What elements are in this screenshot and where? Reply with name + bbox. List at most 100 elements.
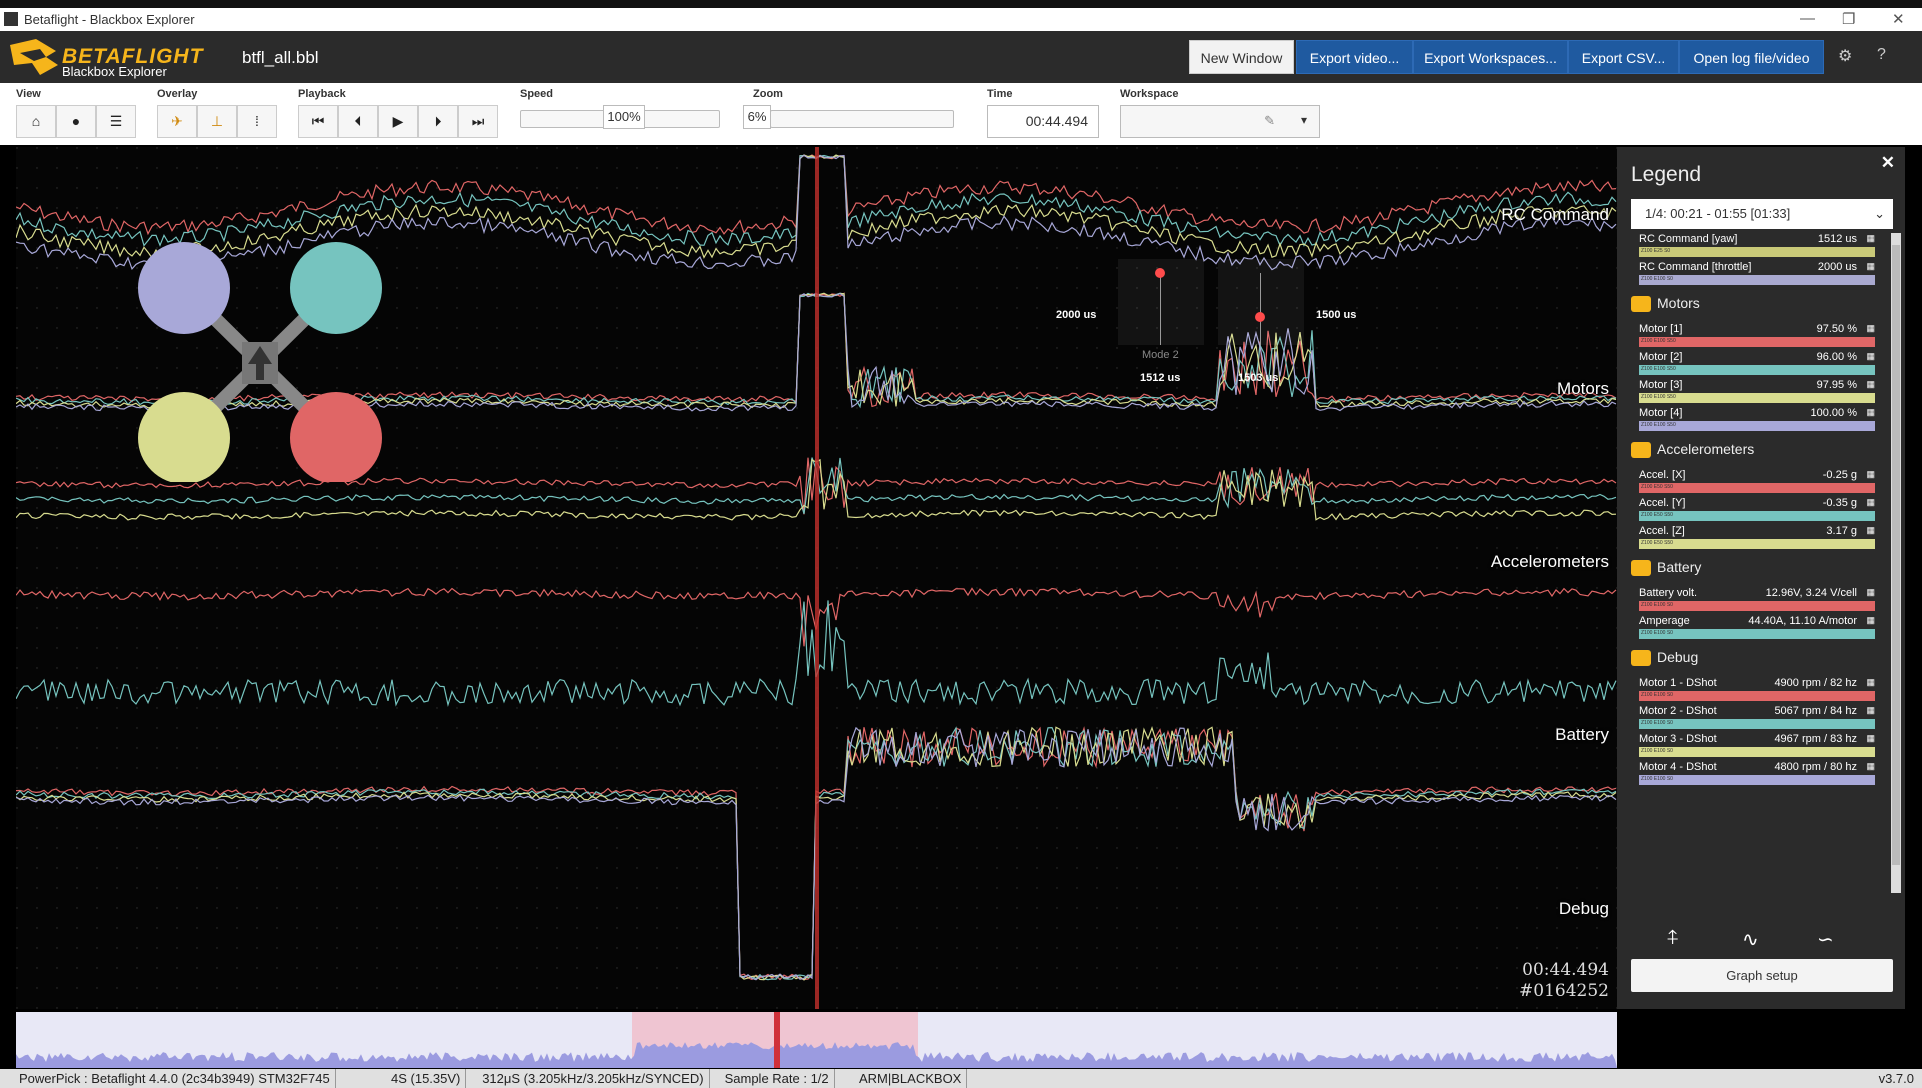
legend-row[interactable]: Accel. [Z] 3.17 g ▦ Z100 E50 S50 xyxy=(1639,525,1875,549)
stick-icon[interactable]: ⍏ xyxy=(1667,927,1679,950)
craft-overlay-icon[interactable]: ✈ xyxy=(157,105,197,138)
legend-row[interactable]: Amperage 44.40A, 11.10 A/motor ▦ Z100 E100 … xyxy=(1639,615,1875,639)
analyser-overlay-icon[interactable]: ⁞ xyxy=(237,105,277,138)
legend-row[interactable]: Battery volt. 12.96V, 3.24 V/cell ▦ Z100 E1… xyxy=(1639,587,1875,611)
legend-row-name: Motor [2] xyxy=(1639,351,1683,363)
legend-row-settings-icon[interactable]: ▦ xyxy=(1866,677,1875,688)
export-csv-button[interactable]: Export CSV... xyxy=(1568,40,1679,74)
legend-row-scale-bar: Z100 E100 S50 xyxy=(1639,421,1875,431)
legend-row[interactable]: Motor [3] 97.95 % ▦ Z100 E100 S50 xyxy=(1639,379,1875,403)
battery-label: Battery xyxy=(1555,725,1609,744)
stick-right-top-value: 1500 us xyxy=(1316,309,1357,321)
legend-row-settings-icon[interactable]: ▦ xyxy=(1866,587,1875,598)
legend-section-battery[interactable]: Battery xyxy=(1631,559,1701,577)
close-icon[interactable]: ✕ xyxy=(1881,153,1895,173)
legend-row-settings-icon[interactable]: ▦ xyxy=(1866,469,1875,480)
sticks-overlay-icon[interactable]: ⊥ xyxy=(197,105,237,138)
legend-row[interactable]: Accel. [Y] -0.35 g ▦ Z100 E50 S50 xyxy=(1639,497,1875,521)
legend-row-settings-icon[interactable]: ▦ xyxy=(1866,497,1875,508)
legend-row-settings-icon[interactable]: ▦ xyxy=(1866,379,1875,390)
legend-row-scale-bar: Z100 E100 S50 xyxy=(1639,337,1875,347)
legend-row-settings-icon[interactable]: ▦ xyxy=(1866,351,1875,362)
info-icon[interactable]: ● xyxy=(56,105,96,138)
new-window-button[interactable]: New Window xyxy=(1189,40,1294,74)
legend-row[interactable]: Motor 4 - DShot 4800 rpm / 80 hz ▦ Z100 E10… xyxy=(1639,761,1875,785)
legend-row[interactable]: RC Command [yaw] 1512 us ▦ Z100 E25 S0 xyxy=(1639,233,1875,257)
legend-section-debug[interactable]: Debug xyxy=(1631,649,1698,667)
open-log-button[interactable]: Open log file/video xyxy=(1679,40,1824,74)
home-icon[interactable]: ⌂ xyxy=(16,105,56,138)
help-icon[interactable]: ? xyxy=(1877,46,1886,64)
legend-row-scale: Z100 E100 S50 xyxy=(1641,338,1676,344)
legend-row[interactable]: Motor 3 - DShot 4967 rpm / 83 hz ▦ Z100 E10… xyxy=(1639,733,1875,757)
legend-row-settings-icon[interactable]: ▦ xyxy=(1866,615,1875,626)
legend-row[interactable]: Motor [1] 97.50 % ▦ Z100 E100 S50 xyxy=(1639,323,1875,347)
jump-start-icon[interactable]: ⏮ xyxy=(298,105,338,138)
brand-subtitle: Blackbox Explorer xyxy=(62,64,167,79)
timeline-cursor xyxy=(774,1012,780,1068)
status-bar: PowerPick : Betaflight 4.4.0 (2c34b3949)… xyxy=(0,1069,1922,1088)
log-graph-area[interactable]: 2000 us 1500 us 1512 us 1503 us Mode 2 R… xyxy=(16,147,1617,1009)
legend-row-scale: Z100 E50 S50 xyxy=(1641,512,1673,518)
speed-value[interactable]: 100% xyxy=(603,105,645,129)
maximize-icon[interactable]: ❐ xyxy=(1842,10,1855,28)
jump-end-icon[interactable]: ⏭ xyxy=(458,105,498,138)
legend-row-name: RC Command [yaw] xyxy=(1639,233,1738,245)
left-stick-dot xyxy=(1155,268,1165,278)
legend-row[interactable]: Motor [2] 96.00 % ▦ Z100 E100 S50 xyxy=(1639,351,1875,375)
legend-row-settings-icon[interactable]: ▦ xyxy=(1866,761,1875,772)
legend-row-settings-icon[interactable]: ▦ xyxy=(1866,261,1875,272)
legend-row[interactable]: Accel. [X] -0.25 g ▦ Z100 E50 S50 xyxy=(1639,469,1875,493)
legend-row-scale-bar: Z100 E100 S0 xyxy=(1639,275,1875,285)
legend-row-scale-bar: Z100 E50 S50 xyxy=(1639,483,1875,493)
graph-setup-button[interactable]: Graph setup xyxy=(1631,959,1893,992)
step-back-icon[interactable]: ⏴ xyxy=(338,105,378,138)
step-forward-icon[interactable]: ⏵ xyxy=(418,105,458,138)
motors-label: Motors xyxy=(1557,379,1609,398)
curve-icon[interactable]: ∽ xyxy=(1817,927,1834,952)
legend-row-settings-icon[interactable]: ▦ xyxy=(1866,733,1875,744)
export-video-button[interactable]: Export video... xyxy=(1296,40,1413,74)
log-view-icon[interactable]: ☰ xyxy=(96,105,136,138)
status-item: Sample Rate : 1/2 xyxy=(720,1069,835,1088)
legend-title: Legend xyxy=(1631,163,1702,186)
legend-row[interactable]: Motor 2 - DShot 5067 rpm / 84 hz ▦ Z100 E10… xyxy=(1639,705,1875,729)
legend-row-settings-icon[interactable]: ▦ xyxy=(1866,705,1875,716)
chevron-down-icon[interactable]: ▾ xyxy=(1301,113,1307,127)
time-input[interactable]: 00:44.494 xyxy=(987,105,1099,138)
zoom-value[interactable]: 6% xyxy=(743,105,771,129)
export-workspaces-button[interactable]: Export Workspaces... xyxy=(1413,40,1568,74)
legend-row-scale: Z100 E25 S0 xyxy=(1641,248,1671,254)
collapse-icon[interactable] xyxy=(1631,296,1651,313)
legend-scrollbar[interactable] xyxy=(1891,233,1901,893)
gear-icon[interactable]: ⚙ xyxy=(1838,46,1852,66)
collapse-icon[interactable] xyxy=(1631,560,1651,577)
legend-section-motors[interactable]: Motors xyxy=(1631,295,1700,313)
play-icon[interactable]: ▶ xyxy=(378,105,418,138)
legend-section-accel[interactable]: Accelerometers xyxy=(1631,441,1754,459)
edit-pencil-icon[interactable]: ✎ xyxy=(1264,113,1275,129)
current-time-cursor xyxy=(815,147,819,1009)
legend-row-value: 5067 rpm / 84 hz xyxy=(1774,705,1857,717)
legend-row[interactable]: RC Command [throttle] 2000 us ▦ Z100 E100 S… xyxy=(1639,261,1875,285)
motor-1-disc xyxy=(290,392,382,482)
close-window-icon[interactable]: ✕ xyxy=(1892,10,1905,28)
collapse-icon[interactable] xyxy=(1631,442,1651,459)
workspace-select[interactable]: ✎ ▾ xyxy=(1120,105,1320,138)
legend-row-settings-icon[interactable]: ▦ xyxy=(1866,233,1875,244)
rc-command-label: RC Command xyxy=(1501,205,1609,224)
timeline-canvas xyxy=(16,1012,1617,1068)
log-timeline[interactable] xyxy=(16,1012,1617,1068)
legend-row-settings-icon[interactable]: ▦ xyxy=(1866,525,1875,536)
legend-row-name: Amperage xyxy=(1639,615,1690,627)
legend-row[interactable]: Motor [4] 100.00 % ▦ Z100 E100 S50 xyxy=(1639,407,1875,431)
legend-row-settings-icon[interactable]: ▦ xyxy=(1866,407,1875,418)
legend-row[interactable]: Motor 1 - DShot 4900 rpm / 82 hz ▦ Z100 E10… xyxy=(1639,677,1875,701)
legend-row-settings-icon[interactable]: ▦ xyxy=(1866,323,1875,334)
legend-row-scale: Z100 E100 S0 xyxy=(1641,776,1673,782)
log-selector[interactable]: 1/4: 00:21 - 01:55 [01:33] ⌄ xyxy=(1631,199,1893,229)
spectrum-icon[interactable]: ∿ xyxy=(1742,927,1759,952)
zoom-slider[interactable] xyxy=(770,110,954,128)
collapse-icon[interactable] xyxy=(1631,650,1651,667)
minimize-icon[interactable]: — xyxy=(1800,10,1815,27)
